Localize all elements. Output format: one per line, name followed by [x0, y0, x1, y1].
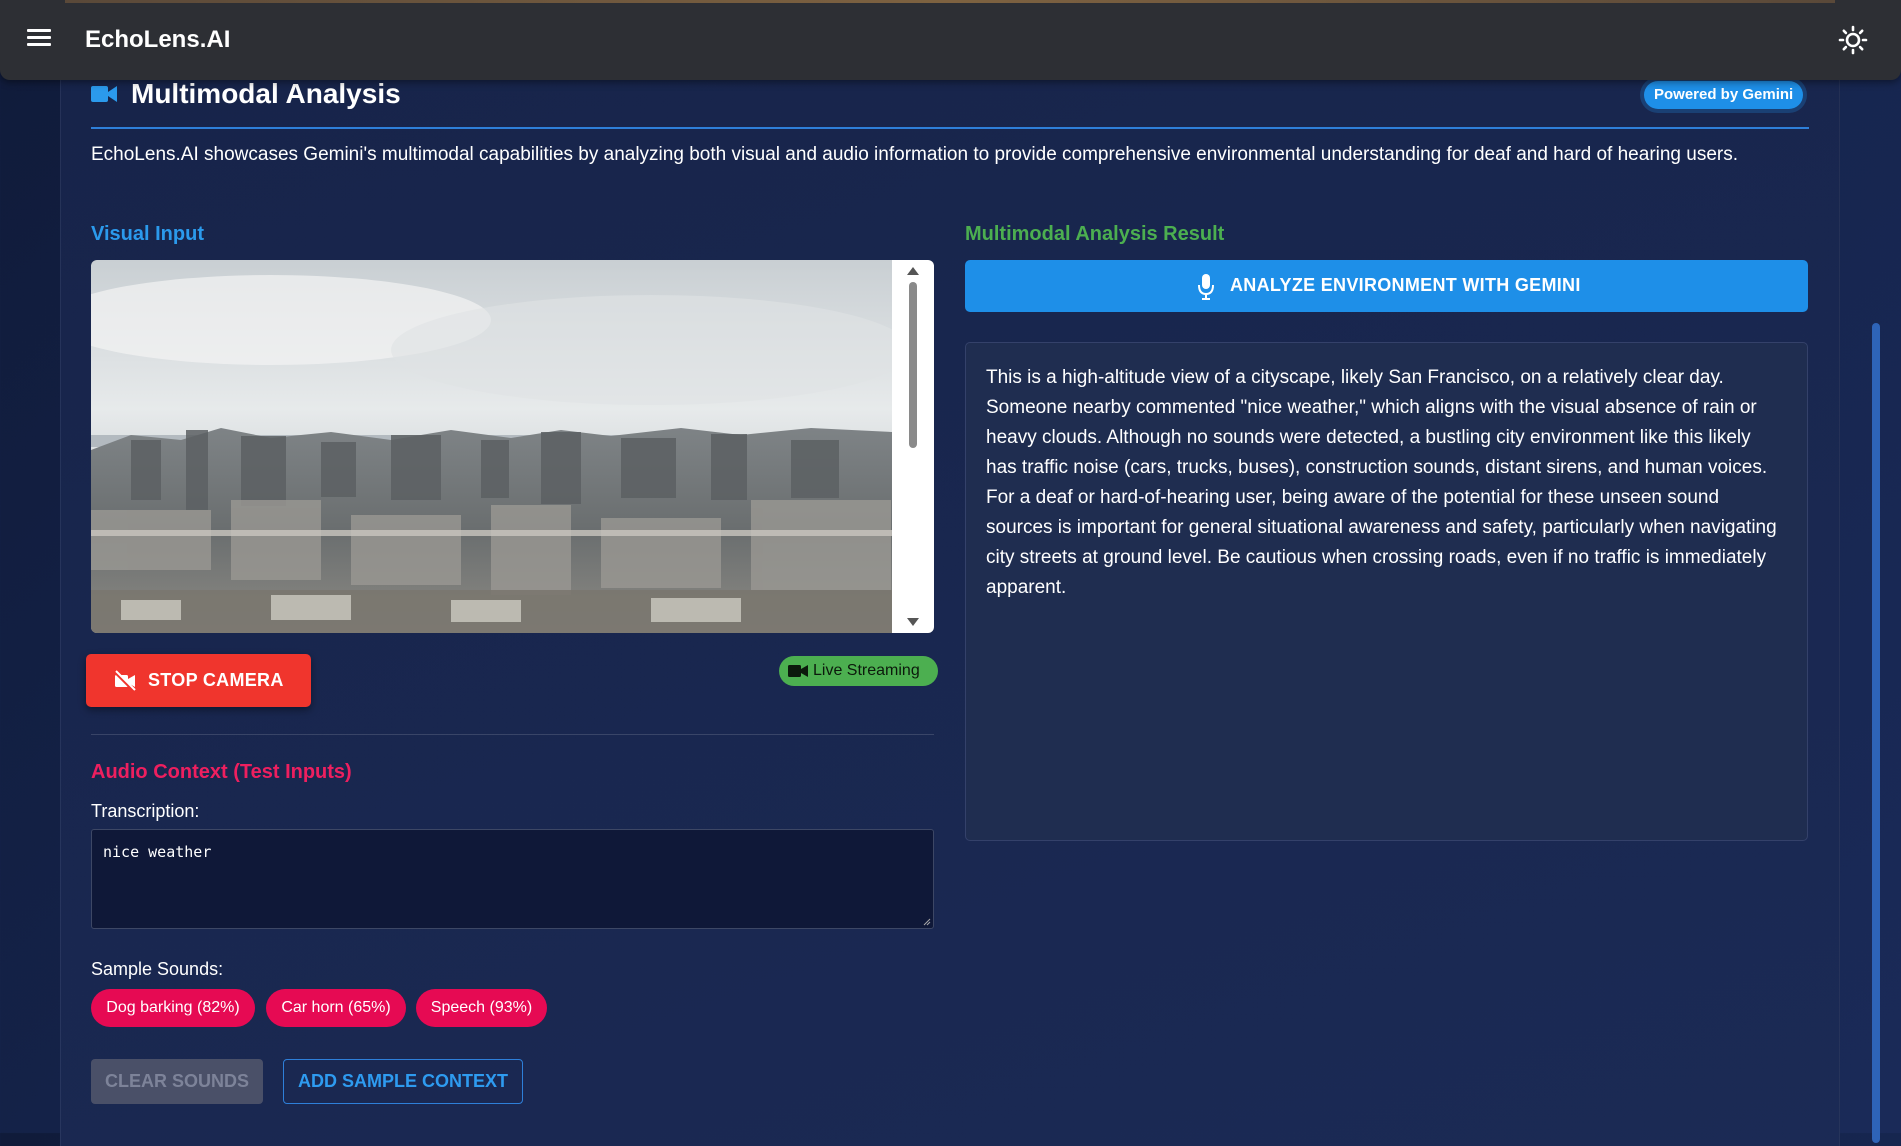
videocam-icon [91, 86, 117, 102]
clear-sounds-button[interactable]: CLEAR SOUNDS [91, 1059, 263, 1104]
live-streaming-status: Live Streaming [779, 656, 938, 686]
analyze-button-label: ANALYZE ENVIRONMENT WITH GEMINI [1230, 275, 1581, 295]
add-sample-context-button[interactable]: ADD SAMPLE CONTEXT [283, 1059, 523, 1104]
camera-frame-image [91, 260, 911, 633]
sound-chip[interactable]: Dog barking (82%) [91, 989, 255, 1027]
app-title: EchoLens.AI [85, 26, 231, 53]
app-bar-highlight [65, 0, 1835, 3]
resize-handle-icon[interactable] [923, 918, 931, 926]
analyze-environment-button[interactable]: ANALYZE ENVIRONMENT WITH GEMINI [965, 260, 1808, 312]
video-scrollbar[interactable] [892, 260, 934, 633]
visual-input-label: Visual Input [91, 223, 204, 245]
app-bar: EchoLens.AI [0, 0, 1901, 80]
analysis-result-panel: This is a high-altitude view of a citysc… [965, 342, 1808, 841]
video-scroll-thumb[interactable] [909, 282, 917, 448]
videocam-off-icon [114, 670, 136, 692]
section-header: Multimodal Analysis Powered by Gemini [91, 75, 1809, 129]
powered-by-badge: Powered by Gemini [1644, 81, 1804, 109]
videocam-icon [788, 665, 808, 677]
menu-icon[interactable] [27, 29, 51, 49]
live-streaming-label: Live Streaming [813, 662, 920, 679]
section-divider [91, 734, 934, 735]
stop-camera-label: STOP CAMERA [148, 670, 284, 690]
sample-sounds-label: Sample Sounds: [91, 959, 224, 979]
analysis-result-text: This is a high-altitude view of a citysc… [986, 367, 1777, 598]
transcription-field[interactable]: nice weather [91, 829, 934, 929]
transcription-value: nice weather [103, 843, 212, 861]
microphone-icon [1198, 274, 1214, 300]
page-description: EchoLens.AI showcases Gemini's multimoda… [91, 144, 1739, 165]
sun-icon[interactable] [1838, 25, 1868, 55]
sound-chip[interactable]: Car horn (65%) [266, 989, 406, 1027]
camera-feed [91, 260, 934, 633]
transcription-label: Transcription: [91, 801, 200, 821]
video-scrollbar-track [907, 267, 919, 626]
page-scrollbar[interactable] [1872, 323, 1880, 1143]
audio-context-label: Audio Context (Test Inputs) [91, 761, 352, 783]
analysis-result-label: Multimodal Analysis Result [965, 223, 1225, 245]
stop-camera-button[interactable]: STOP CAMERA [86, 654, 311, 707]
page-title: Multimodal Analysis [131, 78, 401, 109]
sound-chip[interactable]: Speech (93%) [416, 989, 547, 1027]
